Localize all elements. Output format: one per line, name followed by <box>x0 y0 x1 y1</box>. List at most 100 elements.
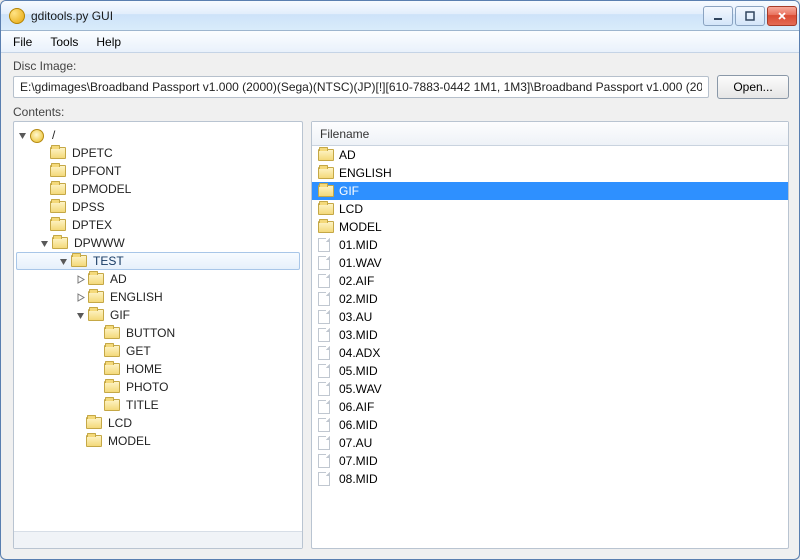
tree-panel: /DPETC DPFONT DPMODEL DPSS DPTEX DPWWW TESTADE… <box>13 121 303 549</box>
titlebar[interactable]: gditools.py GUI <box>1 1 799 31</box>
list-item-label: GIF <box>339 184 359 198</box>
menu-file[interactable]: File <box>5 33 40 51</box>
menu-help[interactable]: Help <box>88 33 129 51</box>
tree-item-home[interactable]: HOME <box>16 360 300 378</box>
app-window: gditools.py GUI File Tools Help Disc Ima… <box>0 0 800 560</box>
expand-icon[interactable] <box>74 273 86 285</box>
folder-icon <box>318 149 334 161</box>
list-item[interactable]: 02.MID <box>312 290 788 308</box>
list-item[interactable]: 05.MID <box>312 362 788 380</box>
list-item[interactable]: ENGLISH <box>312 164 788 182</box>
tree-item-button[interactable]: BUTTON <box>16 324 300 342</box>
maximize-button[interactable] <box>735 6 765 26</box>
tree-node-label: PHOTO <box>124 380 170 394</box>
list-item-label: 02.MID <box>339 292 378 306</box>
close-button[interactable] <box>767 6 797 26</box>
tree-item-lcd[interactable]: LCD <box>16 414 300 432</box>
file-list[interactable]: ADENGLISH GIF LCD MODEL 01.MID 01.WAV 02.AIF 02… <box>312 146 788 548</box>
list-item-label: LCD <box>339 202 363 216</box>
tree-item-dpetc[interactable]: DPETC <box>16 144 300 162</box>
window-controls <box>703 6 797 26</box>
tree-scroll[interactable]: /DPETC DPFONT DPMODEL DPSS DPTEX DPWWW TESTADE… <box>14 122 302 531</box>
list-item-label: 02.AIF <box>339 274 374 288</box>
list-item[interactable]: 06.AIF <box>312 398 788 416</box>
list-item[interactable]: 01.MID <box>312 236 788 254</box>
disc-image-input[interactable] <box>13 76 709 98</box>
maximize-icon <box>745 11 755 21</box>
list-item[interactable]: 08.MID <box>312 470 788 488</box>
minimize-button[interactable] <box>703 6 733 26</box>
folder-icon <box>50 147 66 159</box>
file-icon <box>318 454 330 468</box>
close-icon <box>777 11 787 21</box>
open-button[interactable]: Open... <box>717 75 789 99</box>
tree-node-label: DPSS <box>70 200 107 214</box>
list-item[interactable]: MODEL <box>312 218 788 236</box>
list-item-label: 04.ADX <box>339 346 380 360</box>
file-icon <box>318 256 330 270</box>
list-item-label: 01.MID <box>339 238 378 252</box>
list-item[interactable]: 01.WAV <box>312 254 788 272</box>
folder-icon <box>318 221 334 233</box>
tree-node-label: GIF <box>108 308 132 322</box>
list-item[interactable]: 03.MID <box>312 326 788 344</box>
file-icon <box>318 346 330 360</box>
app-icon <box>9 8 25 24</box>
list-item[interactable]: AD <box>312 146 788 164</box>
tree-item-ad[interactable]: AD <box>16 270 300 288</box>
tree-node-label: DPWWW <box>72 236 127 250</box>
list-item[interactable]: 03.AU <box>312 308 788 326</box>
folder-icon <box>50 201 66 213</box>
file-list-panel: Filename ADENGLISH GIF LCD MODEL 01.MID 01.WA… <box>311 121 789 549</box>
list-item-label: MODEL <box>339 220 382 234</box>
expand-icon[interactable] <box>74 291 86 303</box>
tree-root-row[interactable]: / <box>16 126 300 144</box>
tree-item-dpwww[interactable]: DPWWW <box>16 234 300 252</box>
tree-item-model[interactable]: MODEL <box>16 432 300 450</box>
tree-item-english[interactable]: ENGLISH <box>16 288 300 306</box>
tree-node-label: DPFONT <box>70 164 123 178</box>
minimize-icon <box>713 11 723 21</box>
list-item[interactable]: 02.AIF <box>312 272 788 290</box>
folder-tree[interactable]: /DPETC DPFONT DPMODEL DPSS DPTEX DPWWW TESTADE… <box>14 122 302 454</box>
list-item-label: 05.WAV <box>339 382 382 396</box>
file-icon <box>318 292 330 306</box>
list-item-label: 07.MID <box>339 454 378 468</box>
file-list-header[interactable]: Filename <box>312 122 788 146</box>
menu-tools[interactable]: Tools <box>42 33 86 51</box>
column-filename[interactable]: Filename <box>320 127 369 141</box>
list-item[interactable]: 07.MID <box>312 452 788 470</box>
list-item[interactable]: GIF <box>312 182 788 200</box>
disc-image-section: Disc Image: Open... <box>1 53 799 101</box>
window-title: gditools.py GUI <box>31 9 703 23</box>
list-item[interactable]: 04.ADX <box>312 344 788 362</box>
tree-item-get[interactable]: GET <box>16 342 300 360</box>
list-item-label: 03.MID <box>339 328 378 342</box>
tree-item-dptex[interactable]: DPTEX <box>16 216 300 234</box>
list-item-label: 06.AIF <box>339 400 374 414</box>
file-icon <box>318 436 330 450</box>
list-item[interactable]: 05.WAV <box>312 380 788 398</box>
list-item[interactable]: LCD <box>312 200 788 218</box>
content-area: Contents: /DPETCDPFONTDPMODELDPSSDPTEXDP… <box>1 101 799 559</box>
tree-item-photo[interactable]: PHOTO <box>16 378 300 396</box>
folder-icon <box>88 309 104 321</box>
tree-item-test[interactable]: TEST <box>16 252 300 270</box>
tree-item-title[interactable]: TITLE <box>16 396 300 414</box>
folder-icon <box>104 363 120 375</box>
expand-icon[interactable] <box>74 309 86 321</box>
tree-item-dpfont[interactable]: DPFONT <box>16 162 300 180</box>
file-icon <box>318 472 330 486</box>
folder-icon <box>318 203 334 215</box>
expand-icon[interactable] <box>16 129 28 141</box>
tree-item-gif[interactable]: GIF <box>16 306 300 324</box>
list-item[interactable]: 07.AU <box>312 434 788 452</box>
list-item[interactable]: 06.MID <box>312 416 788 434</box>
tree-hscroll[interactable] <box>14 531 302 548</box>
file-icon <box>318 382 330 396</box>
expand-icon[interactable] <box>38 237 50 249</box>
folder-icon <box>88 273 104 285</box>
tree-item-dpmodel[interactable]: DPMODEL <box>16 180 300 198</box>
tree-item-dpss[interactable]: DPSS <box>16 198 300 216</box>
expand-icon[interactable] <box>57 255 69 267</box>
